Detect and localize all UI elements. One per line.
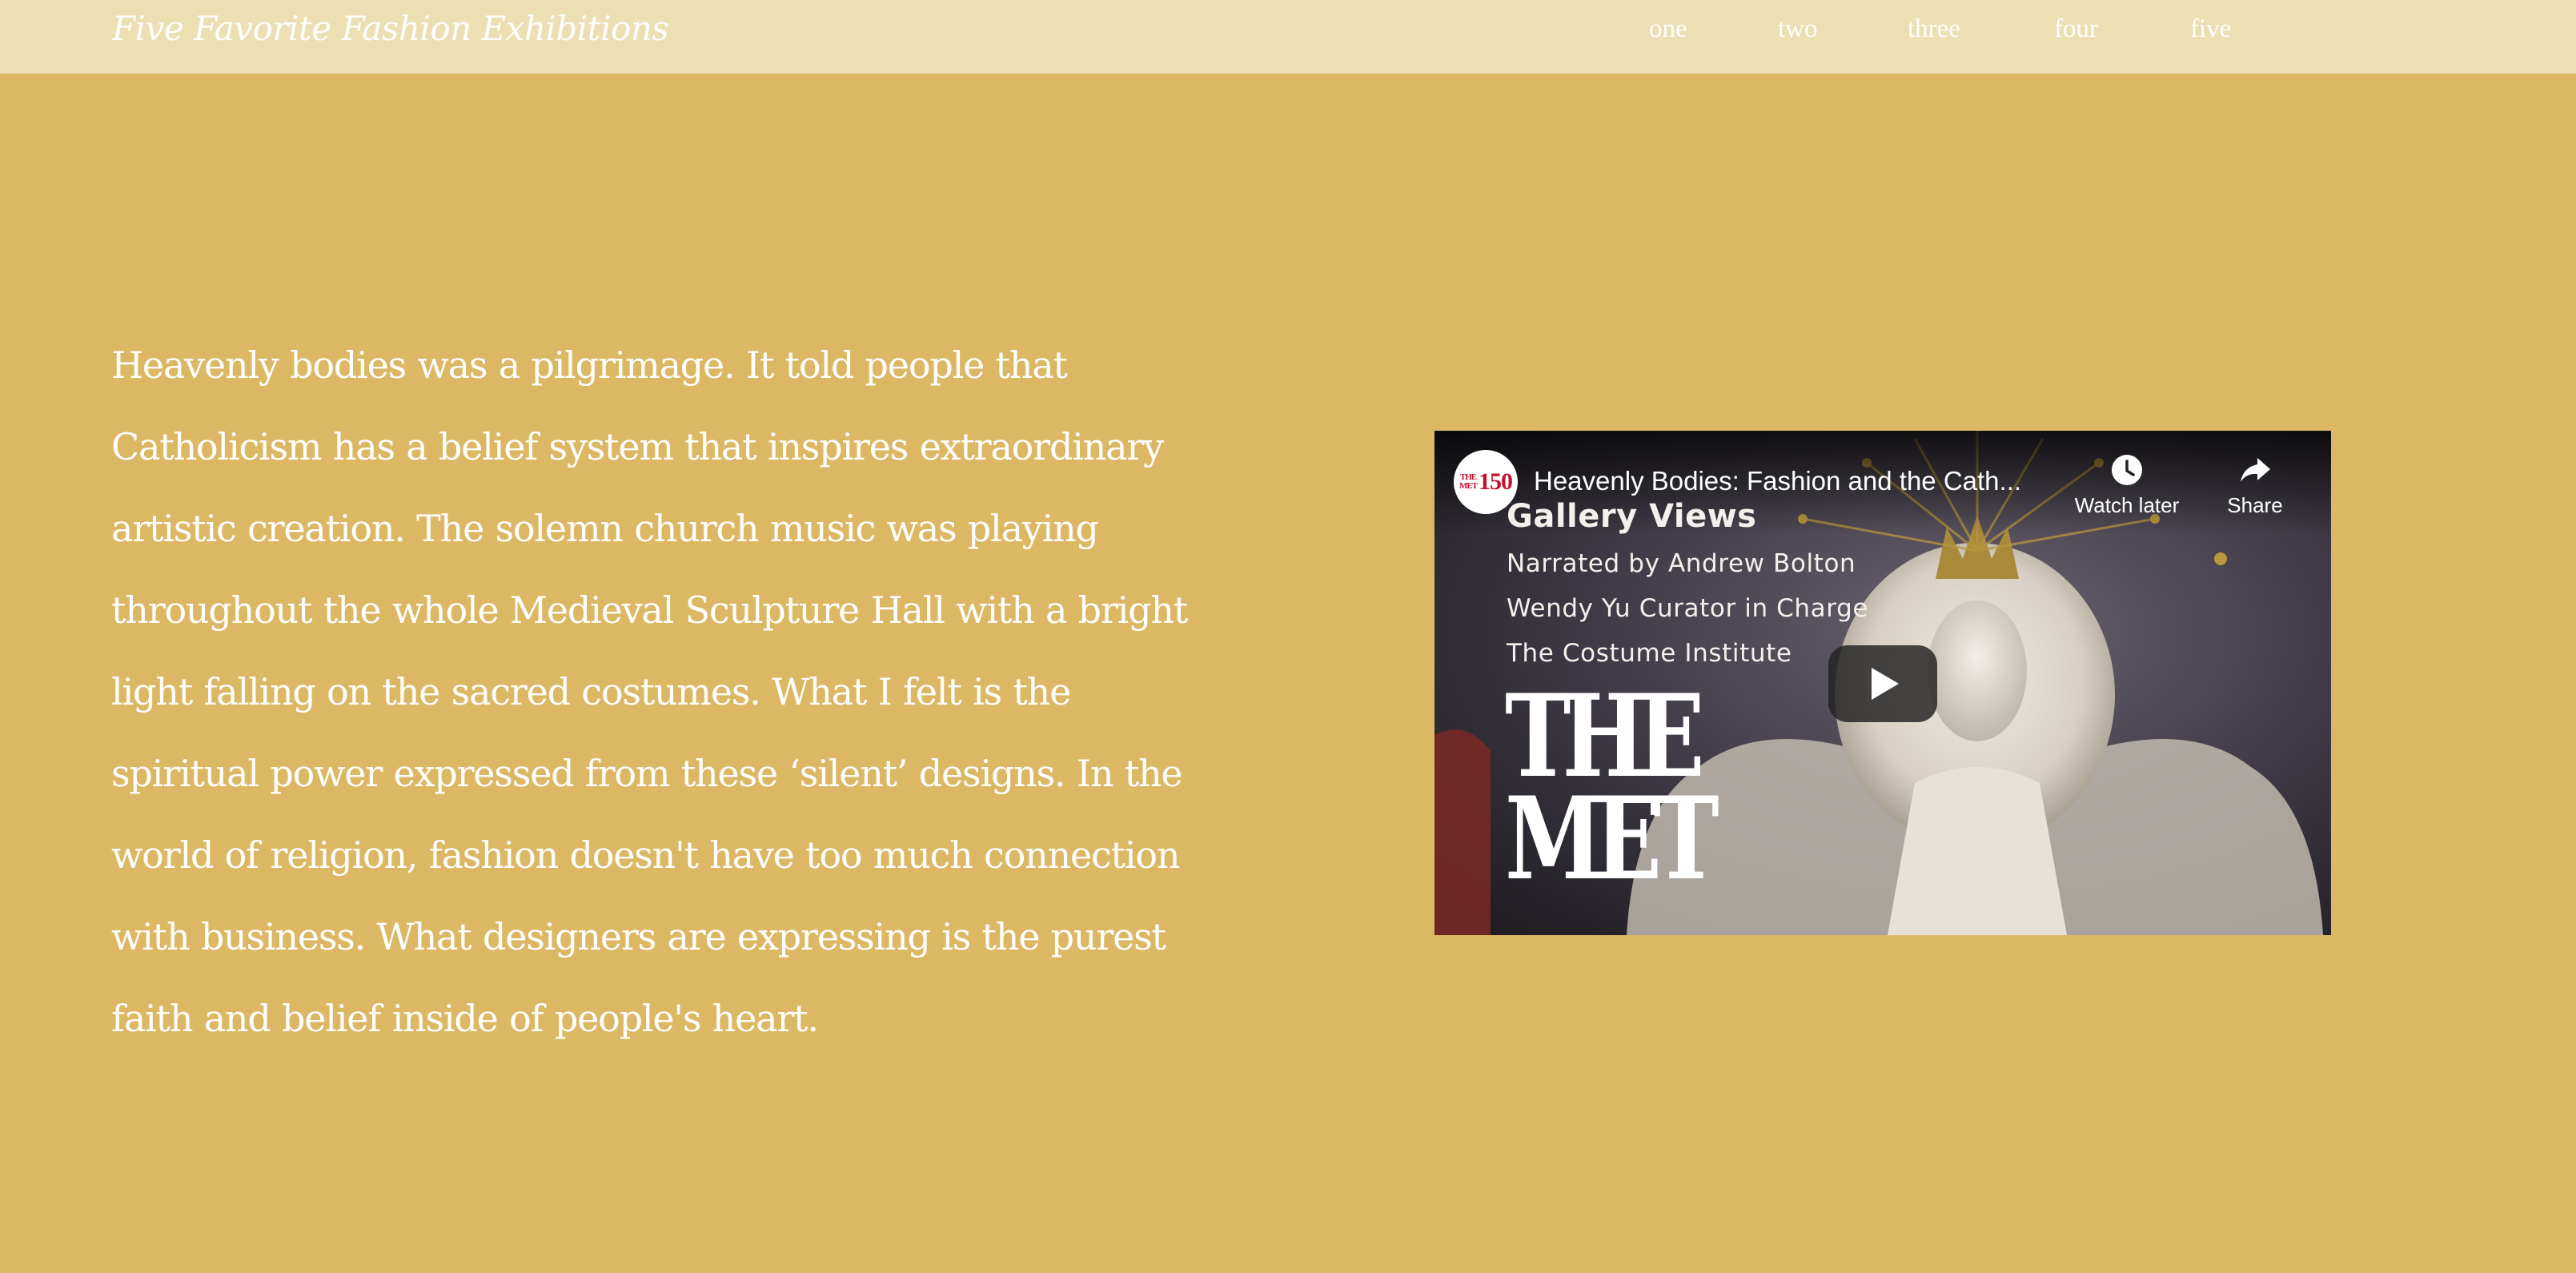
watch-later-button[interactable]: Watch later bbox=[2059, 452, 2195, 518]
share-label: Share bbox=[2227, 493, 2283, 517]
watch-later-label: Watch later bbox=[2074, 493, 2180, 517]
the-met-logo: THE MET bbox=[1505, 680, 1719, 906]
clock-icon bbox=[2112, 455, 2142, 485]
nav-link-four[interactable]: four bbox=[2054, 10, 2098, 48]
nav-link-two[interactable]: two bbox=[1778, 10, 1818, 48]
overlay-line-institute: The Costume Institute bbox=[1507, 639, 1792, 668]
share-arrow-icon bbox=[2241, 458, 2270, 482]
play-icon bbox=[1872, 668, 1899, 700]
video-title[interactable]: Heavenly Bodies: Fashion and the Cath... bbox=[1534, 464, 2021, 498]
overlay-line-curator: Wendy Yu Curator in Charge bbox=[1507, 594, 1869, 623]
exhibition-description: Heavenly bodies was a pilgrimage. It tol… bbox=[111, 343, 1188, 1040]
nav-link-three[interactable]: three bbox=[1908, 10, 1960, 48]
play-button[interactable] bbox=[1828, 645, 1937, 722]
nav-link-five[interactable]: five bbox=[2190, 10, 2231, 48]
scene-bust bbox=[1888, 767, 2067, 935]
met-logo-line-2: MET bbox=[1505, 773, 1719, 906]
top-nav-bar: Five Favorite Fashion Exhibitions one tw… bbox=[0, 0, 2576, 74]
overlay-line-narrator: Narrated by Andrew Bolton bbox=[1507, 549, 1856, 578]
channel-avatar-number: 150 bbox=[1479, 468, 1513, 495]
scene-face bbox=[1928, 600, 2027, 741]
overlay-heading: Gallery Views bbox=[1507, 498, 1757, 535]
channel-avatar-small-text: THE MET bbox=[1459, 472, 1478, 491]
site-title[interactable]: Five Favorite Fashion Exhibitions bbox=[112, 5, 669, 53]
video-embed[interactable]: THE MET 150 Heavenly Bodies: Fashion and… bbox=[1434, 431, 2331, 935]
share-button[interactable]: Share bbox=[2187, 452, 2323, 518]
nav-link-one[interactable]: one bbox=[1649, 10, 1687, 48]
scene-red-garment bbox=[1434, 729, 1491, 935]
